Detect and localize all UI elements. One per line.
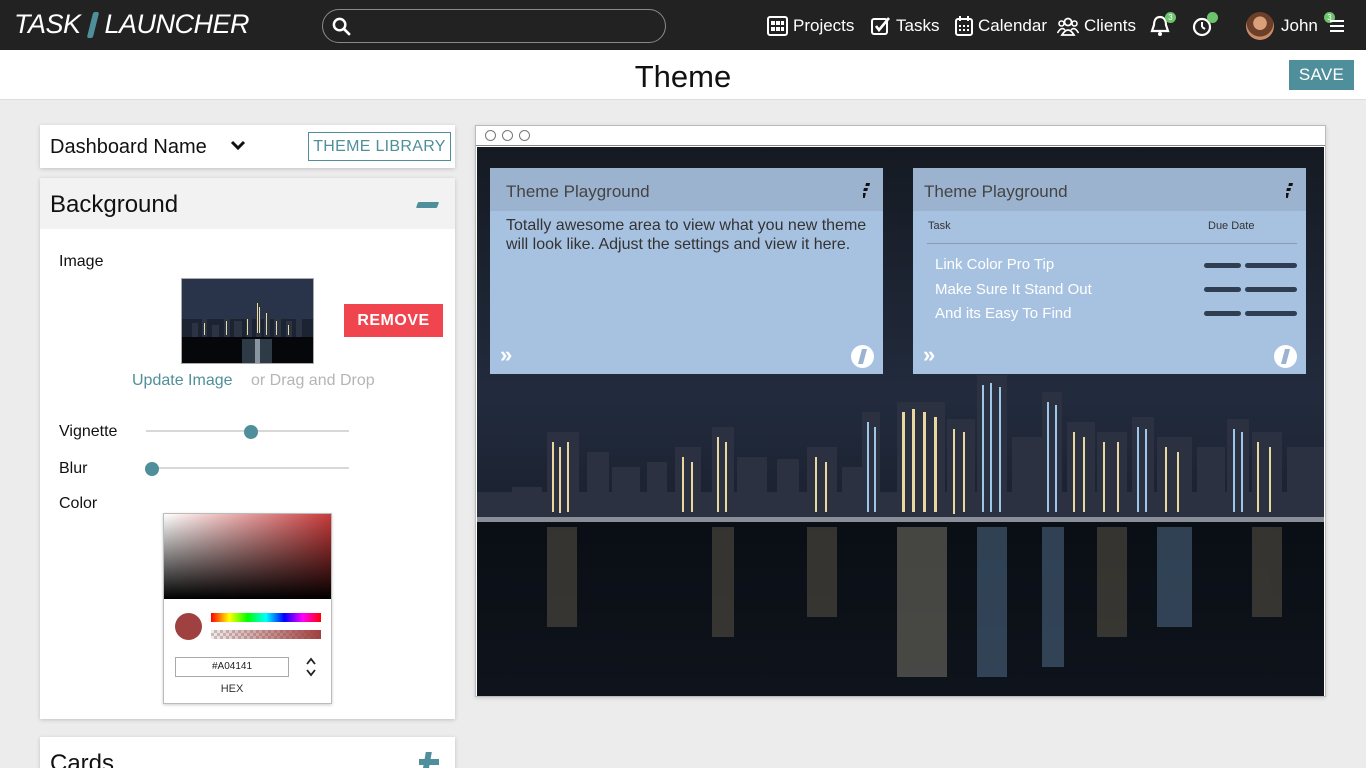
title-bar: Theme SAVE	[0, 50, 1366, 100]
hex-input[interactable]: #A04141	[175, 657, 289, 677]
window-dot-icon	[519, 130, 530, 141]
preview-background: Theme Playground Totally awesome area to…	[477, 147, 1324, 696]
table-divider	[927, 243, 1297, 244]
calendar-icon	[955, 16, 973, 36]
people-icon	[1057, 17, 1079, 36]
double-chevron-icon[interactable]: »	[500, 344, 512, 366]
top-nav: TASK LAUNCHER Projects Tasks Calendar Cl…	[0, 0, 1366, 50]
hue-slider[interactable]	[211, 613, 321, 622]
preview-card-text: Theme Playground Totally awesome area to…	[490, 168, 883, 374]
window-dot-icon	[502, 130, 513, 141]
checkbox-icon	[871, 17, 890, 35]
due-date-placeholder	[1204, 287, 1241, 292]
due-date-placeholder	[1204, 311, 1241, 316]
chevron-down-icon[interactable]	[230, 139, 246, 151]
card-menu-icon[interactable]	[863, 183, 871, 199]
card-menu-icon[interactable]	[1286, 183, 1294, 199]
search-bar[interactable]	[322, 9, 666, 43]
save-button[interactable]: SAVE	[1289, 60, 1354, 90]
nav-tasks[interactable]: Tasks	[871, 14, 939, 38]
column-header-task: Task	[928, 220, 951, 232]
due-date-placeholder	[1245, 311, 1297, 316]
background-title: Background	[50, 191, 179, 218]
page-title: Theme	[634, 59, 732, 94]
theme-preview: Theme Playground Totally awesome area to…	[475, 125, 1326, 697]
column-header-due-date: Due Date	[1208, 220, 1255, 232]
hamburger-button[interactable]	[1329, 14, 1350, 38]
logo-mark-icon	[85, 10, 101, 40]
notifications-badge: 3	[1165, 12, 1176, 23]
preview-window-chrome	[476, 126, 1325, 146]
due-date-placeholder	[1245, 287, 1297, 292]
card-title: Theme Playground	[924, 182, 1068, 201]
drag-drop-hint: or Drag and Drop	[251, 372, 375, 389]
search-icon	[332, 17, 351, 36]
nav-clients-label: Clients	[1084, 16, 1136, 35]
expand-icon[interactable]	[418, 751, 440, 768]
nav-calendar[interactable]: Calendar	[955, 14, 1047, 38]
collapse-icon[interactable]	[415, 202, 440, 208]
color-label: Color	[59, 495, 98, 512]
double-chevron-icon[interactable]: »	[923, 344, 935, 366]
card-logo-icon	[851, 345, 874, 368]
card-header: Theme Playground	[913, 168, 1306, 211]
update-image-link[interactable]: Update Image	[132, 372, 233, 390]
hamburger-icon	[1330, 20, 1344, 32]
due-date-placeholder	[1204, 263, 1241, 268]
logo-text-right: LAUNCHER	[104, 9, 250, 39]
nav-projects[interactable]: Projects	[767, 14, 854, 38]
due-date-placeholder	[1245, 263, 1297, 268]
remove-image-button[interactable]: REMOVE	[344, 304, 443, 337]
image-label: Image	[59, 253, 104, 270]
card-title: Theme Playground	[506, 182, 650, 201]
card-body-text: Totally awesome area to view what you ne…	[506, 217, 867, 253]
nav-projects-label: Projects	[793, 16, 855, 35]
grid-icon	[767, 16, 788, 36]
nav-calendar-label: Calendar	[978, 16, 1047, 35]
cards-title: Cards	[50, 750, 115, 768]
blur-label: Blur	[59, 460, 88, 477]
table-row-name[interactable]: Make Sure It Stand Out	[935, 281, 1092, 298]
card-header: Theme Playground	[490, 168, 883, 211]
blur-slider-handle[interactable]	[145, 462, 159, 476]
window-dot-icon	[485, 130, 496, 141]
search-input[interactable]	[359, 14, 655, 38]
current-color-swatch	[175, 613, 202, 640]
user-name: John	[1281, 16, 1318, 35]
user-avatar[interactable]	[1246, 12, 1274, 40]
nav-tasks-label: Tasks	[896, 16, 940, 35]
table-row-name[interactable]: Link Color Pro Tip	[935, 256, 1054, 273]
card-logo-icon	[1274, 345, 1297, 368]
color-picker: #A04141 HEX	[163, 513, 332, 704]
blur-slider[interactable]	[146, 467, 349, 469]
background-panel: Background Image REMOVE Update Image or	[40, 178, 455, 719]
skyline-image	[182, 279, 313, 363]
alpha-slider[interactable]	[211, 630, 321, 639]
preview-card-table: Theme Playground Task Due Date Link Colo…	[913, 168, 1306, 374]
timer-badge	[1207, 12, 1218, 23]
logo-text-left: TASK	[14, 9, 81, 39]
theme-library-button[interactable]: THEME LIBRARY	[308, 132, 451, 161]
dashboard-selector: Dashboard Name THEME LIBRARY	[40, 125, 455, 168]
vignette-label: Vignette	[59, 423, 118, 440]
table-row-name[interactable]: And its Easy To Find	[935, 305, 1071, 322]
format-toggle-icon[interactable]	[305, 656, 317, 678]
hex-label: HEX	[220, 683, 244, 695]
app-logo[interactable]: TASK LAUNCHER	[14, 9, 250, 40]
nav-clients[interactable]: Clients	[1057, 14, 1136, 38]
saturation-area[interactable]	[164, 514, 331, 599]
user-menu[interactable]: John	[1281, 14, 1318, 38]
background-thumbnail	[181, 278, 314, 364]
background-header[interactable]: Background	[40, 178, 455, 229]
dashboard-name-dropdown[interactable]: Dashboard Name	[50, 136, 207, 159]
vignette-slider-handle[interactable]	[244, 425, 258, 439]
cards-panel: Cards	[40, 737, 455, 768]
